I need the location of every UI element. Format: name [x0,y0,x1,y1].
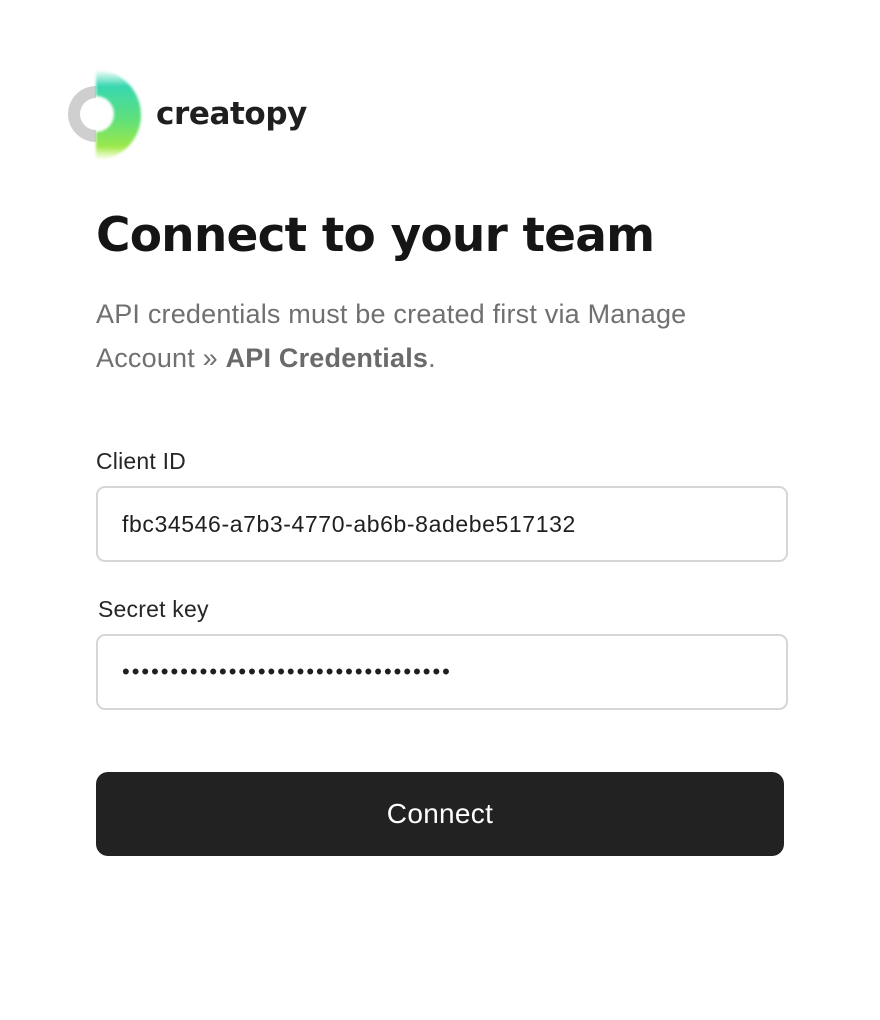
page-title: Connect to your team [96,208,655,263]
description-suffix: . [428,343,436,373]
connect-button[interactable]: Connect [96,772,784,856]
connect-team-page: creatopy Connect to your team API creden… [0,0,880,1020]
brand-header: creatopy [66,66,307,164]
client-id-input[interactable] [96,486,788,562]
secret-key-input[interactable] [96,634,788,710]
client-id-label: Client ID [96,448,186,474]
creatopy-logo-icon [68,70,141,160]
description-text: API credentials must be created first vi… [96,292,716,380]
brand-wordmark: creatopy [156,96,307,132]
secret-key-label: Secret key [98,596,209,622]
api-credentials-highlight: API Credentials [225,343,429,373]
